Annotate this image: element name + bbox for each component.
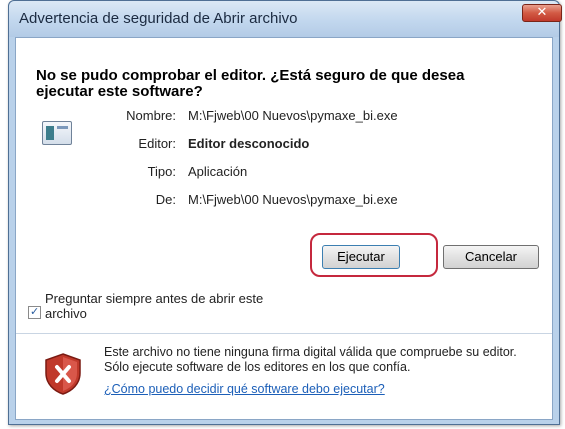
window-title: Advertencia de seguridad de Abrir archiv…: [19, 10, 298, 27]
check-mark-icon: ✓: [30, 305, 40, 318]
security-warning-dialog: Advertencia de seguridad de Abrir archiv…: [8, 0, 562, 425]
name-value: M:\Fjweb\00 Nuevos\pymaxe_bi.exe: [188, 108, 398, 123]
shield-x-icon: [45, 353, 81, 395]
help-link[interactable]: ¿Cómo puedo decidir qué software debo ej…: [104, 382, 385, 396]
publisher-value: Editor desconocido: [188, 136, 310, 151]
type-value: Aplicación: [188, 164, 248, 179]
dialog-heading: No se pudo comprobar el editor. ¿Está se…: [36, 67, 465, 100]
always-ask-checkbox[interactable]: ✓: [28, 305, 41, 319]
cancel-button[interactable]: Cancelar: [443, 245, 539, 269]
warning-message: Este archivo no tiene ninguna firma digi…: [104, 345, 517, 374]
dialog-content: No se pudo comprobar el editor. ¿Está se…: [15, 37, 553, 420]
separator: [16, 333, 552, 334]
close-button[interactable]: ✕: [522, 4, 562, 22]
name-label: Nombre:: [126, 108, 176, 123]
from-value: M:\Fjweb\00 Nuevos\pymaxe_bi.exe: [188, 192, 398, 207]
file-icon-strip: [57, 126, 68, 129]
always-ask-label[interactable]: Preguntar siempre antes de abrir este ar…: [45, 291, 285, 321]
publisher-label: Editor:: [138, 136, 176, 151]
from-label: De:: [155, 192, 176, 207]
type-label: Tipo:: [147, 164, 176, 179]
run-button[interactable]: Ejecutar: [322, 245, 400, 269]
title-bar[interactable]: Advertencia de seguridad de Abrir archiv…: [9, 1, 562, 37]
